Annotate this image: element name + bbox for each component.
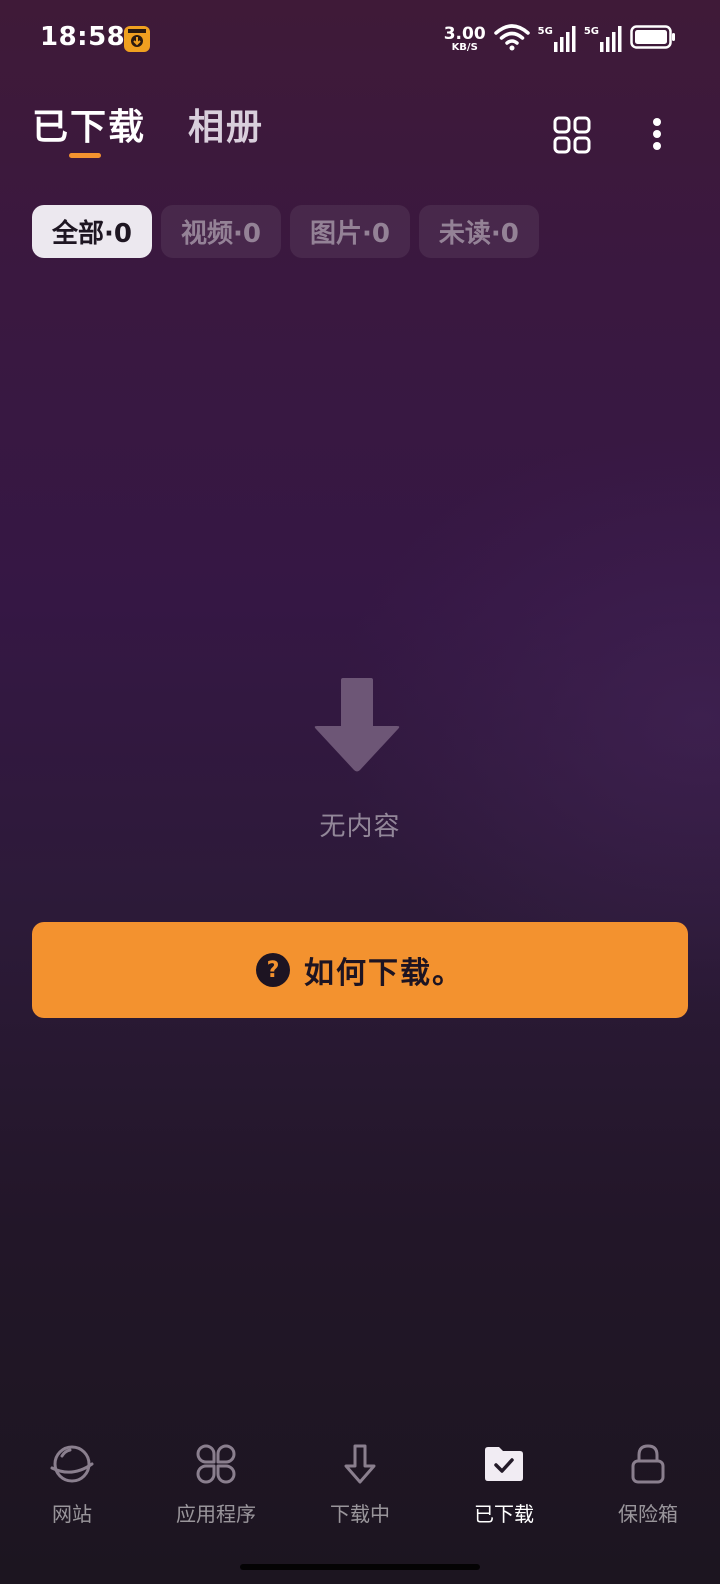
- sim2-signal: 5G: [584, 26, 622, 52]
- filter-image[interactable]: 图片·0: [289, 205, 410, 258]
- network-speed-unit: KB/S: [451, 41, 478, 53]
- question-icon: ?: [256, 953, 290, 987]
- sim1-signal: 5G: [538, 26, 576, 52]
- nav-apps[interactable]: 应用程序: [144, 1436, 288, 1536]
- nav-downloaded[interactable]: 已下载: [432, 1436, 576, 1536]
- signal-bars-icon: [553, 26, 576, 52]
- nav-apps-label: 应用程序: [176, 1502, 256, 1526]
- tab-downloaded[interactable]: 已下载: [32, 98, 146, 150]
- more-vertical-icon: [653, 118, 661, 150]
- folder-check-icon: [485, 1447, 523, 1481]
- nav-downloading[interactable]: 下载中: [288, 1436, 432, 1536]
- empty-state-text: 无内容: [319, 812, 401, 842]
- planet-icon: [50, 1445, 94, 1483]
- filter-unread[interactable]: 未读·0: [418, 205, 539, 258]
- active-tab-indicator: [69, 153, 101, 158]
- grid-view-button[interactable]: [552, 115, 592, 155]
- network-speed-value: 3.00: [443, 23, 486, 44]
- filter-all[interactable]: 全部·0: [32, 205, 152, 258]
- battery-icon: [630, 25, 676, 53]
- down-arrow-icon: [313, 678, 401, 774]
- filter-video[interactable]: 视频·0: [160, 205, 281, 258]
- network-speed: 3.00 KB/S: [443, 23, 486, 53]
- status-indicators: 3.00 KB/S 5G 5G: [444, 24, 676, 54]
- status-bar: 18:58 3.00 KB/S 5G 5G: [0, 0, 720, 80]
- more-options-button[interactable]: [642, 115, 672, 155]
- wifi-icon: [493, 23, 530, 55]
- how-to-download-label: 如何下载。: [304, 956, 464, 991]
- nav-downloaded-label: 已下载: [474, 1502, 534, 1526]
- sim2-network-type: 5G: [583, 26, 599, 37]
- nav-vault-label: 保险箱: [618, 1502, 678, 1526]
- tab-album[interactable]: 相册: [188, 98, 264, 150]
- nav-websites[interactable]: 网站: [0, 1436, 144, 1536]
- grid-icon: [553, 116, 591, 154]
- nav-websites-label: 网站: [52, 1502, 92, 1526]
- lock-icon: [631, 1444, 665, 1484]
- status-time: 18:58: [40, 22, 126, 52]
- sim1-network-type: 5G: [537, 26, 553, 37]
- bottom-navigation: 网站 应用程序 下载中 已下载 保险箱: [0, 1436, 720, 1546]
- download-app-icon: [124, 26, 150, 52]
- signal-bars-icon: [600, 26, 622, 52]
- apps-icon: [196, 1444, 236, 1484]
- nav-vault[interactable]: 保险箱: [576, 1436, 720, 1536]
- nav-downloading-label: 下载中: [330, 1502, 390, 1526]
- download-arrow-icon: [344, 1444, 376, 1484]
- filter-chips: 全部·0 视频·0 图片·0 未读·0: [32, 205, 539, 258]
- home-indicator[interactable]: [240, 1564, 480, 1570]
- how-to-download-button[interactable]: ? 如何下载。: [32, 922, 688, 1018]
